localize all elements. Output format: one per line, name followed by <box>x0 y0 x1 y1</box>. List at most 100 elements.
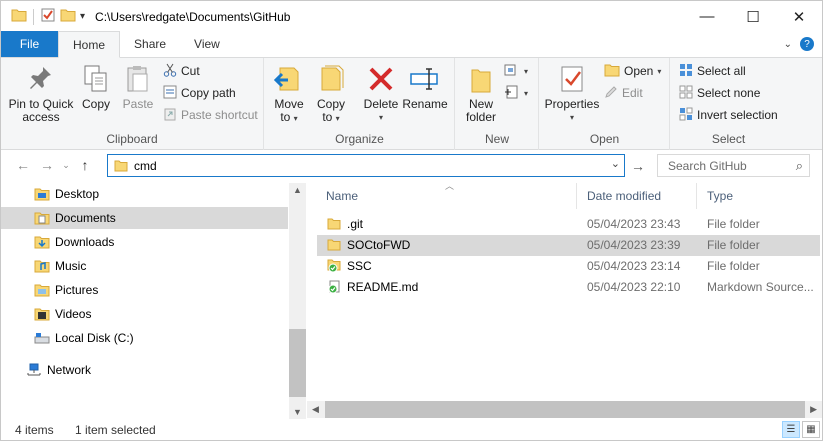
new-folder-qat-icon[interactable] <box>60 8 76 25</box>
cut-button[interactable]: Cut <box>163 61 200 81</box>
invert-selection-label: Invert selection <box>697 108 778 122</box>
nav-item-videos[interactable]: Videos <box>1 303 288 325</box>
scroll-right-icon[interactable]: ▶ <box>810 404 817 415</box>
search-icon: ⌕ <box>795 158 803 173</box>
new-item-button[interactable]: ▾ <box>504 61 528 81</box>
search-input[interactable]: Search GitHub <box>668 159 747 173</box>
clipboard-group-label: Clipboard <box>106 132 158 146</box>
delete-button[interactable]: Delete ▾ <box>361 62 401 124</box>
file-type: File folder <box>707 217 760 231</box>
properties-qat-icon[interactable] <box>40 7 56 26</box>
properties-button[interactable]: Properties ▾ <box>542 62 602 124</box>
nav-item-network[interactable]: Network <box>1 359 288 381</box>
navigation-pane-scrollbar[interactable]: ▲ ▼ <box>289 183 306 419</box>
easy-access-button[interactable]: ▾ <box>504 83 528 103</box>
customize-qat-chevron-icon[interactable]: ▾ <box>80 11 85 22</box>
open-button[interactable]: Open ▾ <box>604 61 661 81</box>
column-header-type[interactable]: Type <box>707 185 733 207</box>
select-all-label: Select all <box>697 64 746 78</box>
rename-label: Rename <box>402 97 448 111</box>
music-folder-icon <box>34 258 50 274</box>
file-row[interactable]: SSC 05/04/2023 23:14 File folder <box>317 256 820 277</box>
file-list: ︿ Name Date modified Type .git 05/04/202… <box>307 179 822 401</box>
details-view-icon: ☰ <box>786 424 796 435</box>
rename-button[interactable]: Rename <box>402 62 448 111</box>
tab-view[interactable]: View <box>180 31 234 57</box>
nav-item-label: Local Disk (C:) <box>55 331 134 345</box>
folder-icon <box>326 216 342 232</box>
properties-label: Properties <box>544 97 600 111</box>
expand-ribbon-chevron-icon[interactable]: ⌄ <box>784 39 792 50</box>
file-list-horizontal-scrollbar[interactable]: ◀ ▶ <box>307 401 822 418</box>
maximize-button[interactable]: ☐ <box>730 1 776 32</box>
new-group-label: New <box>484 132 509 146</box>
new-folder-label-line2: folder <box>465 110 497 124</box>
scrollbar-thumb[interactable] <box>325 401 805 418</box>
file-row[interactable]: .git 05/04/2023 23:43 File folder <box>317 214 820 235</box>
move-to-button[interactable]: Move to ▾ <box>271 62 307 125</box>
column-divider[interactable] <box>696 183 697 209</box>
go-button[interactable]: → <box>629 154 647 177</box>
invert-selection-button[interactable]: Invert selection <box>679 105 778 125</box>
paste-shortcut-button[interactable]: Paste shortcut <box>163 105 258 125</box>
select-none-button[interactable]: Select none <box>679 83 760 103</box>
scroll-left-icon[interactable]: ◀ <box>312 404 319 415</box>
search-box[interactable]: Search GitHub ⌕ <box>657 154 810 177</box>
scroll-down-icon[interactable]: ▼ <box>293 407 302 417</box>
new-item-icon <box>504 63 520 80</box>
nav-item-downloads[interactable]: Downloads <box>1 231 288 253</box>
nav-item-pictures[interactable]: Pictures <box>1 279 288 301</box>
copy-button[interactable]: Copy <box>77 62 115 111</box>
git-synced-folder-icon <box>326 258 342 274</box>
nav-item-desktop[interactable]: Desktop <box>1 183 288 205</box>
properties-dropdown-icon: ▾ <box>569 113 574 122</box>
help-icon[interactable]: ? <box>800 37 814 51</box>
back-button[interactable]: ← <box>11 153 35 177</box>
select-all-button[interactable]: Select all <box>679 61 746 81</box>
copy-to-button[interactable]: Copy to ▾ <box>313 62 349 125</box>
explorer-window: ▾ C:\Users\redgate\Documents\GitHub — ☐ … <box>0 0 823 441</box>
file-type: Markdown Source... <box>707 280 814 294</box>
scrollbar-thumb[interactable] <box>289 329 306 397</box>
organize-group-label: Organize <box>335 132 384 146</box>
forward-button[interactable]: → <box>35 153 59 177</box>
nav-item-label: Pictures <box>55 283 99 297</box>
tab-file[interactable]: File <box>1 31 58 57</box>
git-synced-file-icon <box>326 279 342 295</box>
column-divider[interactable] <box>576 183 577 209</box>
copy-icon <box>80 62 112 96</box>
copy-to-dropdown-icon: ▾ <box>335 114 340 123</box>
new-folder-icon <box>465 62 497 96</box>
copy-path-button[interactable]: Copy path <box>163 83 236 103</box>
scroll-up-icon[interactable]: ▲ <box>293 185 302 195</box>
pin-to-quick-access-button[interactable]: Pin to Quick access <box>7 62 75 124</box>
nav-item-music[interactable]: Music <box>1 255 288 277</box>
minimize-button[interactable]: — <box>684 1 730 32</box>
invert-selection-icon <box>679 107 693 124</box>
address-input[interactable]: cmd <box>134 159 157 173</box>
sort-ascending-icon: ︿ <box>445 181 455 191</box>
close-button[interactable]: ✕ <box>776 1 822 32</box>
file-row-selected[interactable]: SOCtoFWD 05/04/2023 23:39 File folder <box>317 235 820 256</box>
nav-item-local-disk[interactable]: Local Disk (C:) <box>1 327 288 349</box>
details-view-button[interactable]: ☰ <box>782 421 800 438</box>
large-icons-view-button[interactable]: ▦ <box>802 421 820 438</box>
edit-label: Edit <box>622 86 643 100</box>
copy-to-icon <box>315 62 347 96</box>
column-header-name[interactable]: Name <box>326 185 358 207</box>
new-folder-button[interactable]: New folder <box>460 62 502 124</box>
tab-share[interactable]: Share <box>120 31 180 57</box>
nav-item-documents[interactable]: Documents <box>1 207 288 229</box>
paste-button[interactable]: Paste <box>119 62 157 111</box>
up-button[interactable]: ↑ <box>73 153 97 177</box>
cut-label: Cut <box>181 64 200 78</box>
address-bar[interactable]: cmd ⌄ <box>107 154 625 177</box>
edit-button[interactable]: Edit <box>604 83 643 103</box>
column-header-date-modified[interactable]: Date modified <box>587 185 661 207</box>
open-group-label: Open <box>589 132 620 146</box>
tab-home[interactable]: Home <box>58 31 121 58</box>
navigation-pane: Desktop Documents Downloads Music Pictur… <box>1 183 289 403</box>
recent-locations-button[interactable]: ⌄ <box>59 153 73 177</box>
address-dropdown-icon[interactable]: ⌄ <box>611 157 620 170</box>
file-row[interactable]: README.md 05/04/2023 22:10 Markdown Sour… <box>317 277 820 298</box>
